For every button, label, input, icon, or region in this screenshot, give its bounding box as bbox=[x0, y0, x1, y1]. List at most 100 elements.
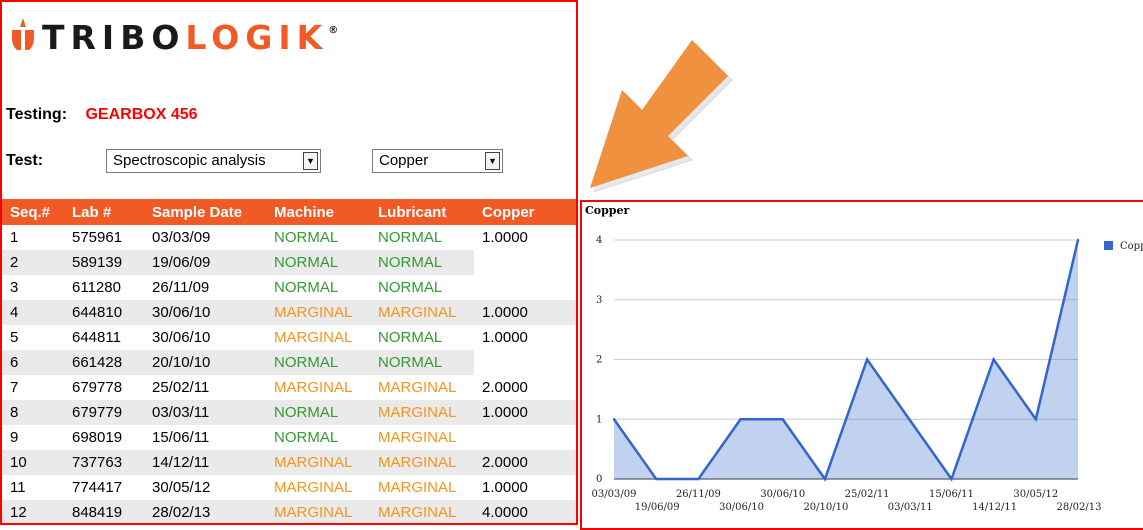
table-cell: MARGINAL bbox=[370, 450, 474, 475]
table-cell: MARGINAL bbox=[378, 479, 457, 496]
table-cell: 30/05/12 bbox=[152, 479, 211, 496]
table-cell: MARGINAL bbox=[266, 500, 370, 523]
table-cell: 15/06/11 bbox=[152, 429, 210, 446]
table-cell: 8 bbox=[2, 400, 64, 425]
table-cell: MARGINAL bbox=[370, 500, 474, 523]
table-cell: 3 bbox=[10, 279, 19, 296]
x-tick-label: 15/06/11 bbox=[929, 489, 974, 500]
logo-mark-icon bbox=[12, 18, 34, 50]
data-point bbox=[739, 418, 742, 421]
table-cell: 661428 bbox=[64, 350, 144, 375]
data-point bbox=[865, 358, 869, 361]
table-cell: 644810 bbox=[64, 300, 144, 325]
table-cell: 1.0000 bbox=[474, 400, 576, 425]
data-point bbox=[612, 418, 616, 421]
table-cell: 575961 bbox=[72, 229, 123, 246]
table-cell: 25/02/11 bbox=[152, 379, 210, 396]
table-cell: 1.0000 bbox=[482, 479, 528, 496]
table-cell: 12 bbox=[2, 500, 64, 523]
testing-row: Testing: GEARBOX 456 bbox=[6, 106, 198, 124]
table-cell: 644811 bbox=[72, 329, 121, 346]
y-tick-label: 3 bbox=[596, 295, 602, 306]
table-row[interactable]: 2 589139 19/06/09 NORMAL NORMAL bbox=[2, 250, 576, 275]
legend-swatch-icon bbox=[1104, 241, 1113, 250]
table-cell: NORMAL bbox=[378, 229, 443, 246]
table-cell: 848419 bbox=[64, 500, 144, 523]
chart-panel: Copper 0 1 2 3 4 03/03/09 19/06/09 26/11/09 30/0… bbox=[580, 200, 1143, 530]
table-cell: 30/06/10 bbox=[144, 300, 266, 325]
table-cell: 11 bbox=[10, 479, 26, 496]
test-label: Test: bbox=[6, 152, 44, 169]
table-row[interactable]: 7 679778 25/02/11 MARGINAL MARGINAL 2.0000 bbox=[2, 375, 576, 400]
element-select[interactable]: Copper ▼ bbox=[372, 149, 503, 173]
data-point bbox=[908, 418, 911, 421]
y-tick-label: 0 bbox=[596, 474, 602, 485]
table-row[interactable]: 5 644811 30/06/10 MARGINAL NORMAL 1.0000 bbox=[2, 325, 576, 350]
table-cell: 1 bbox=[10, 229, 19, 246]
table-cell: 30/06/10 bbox=[152, 329, 211, 346]
table-row[interactable]: 11 774417 30/05/12 MARGINAL MARGINAL 1.0000 bbox=[2, 475, 576, 500]
table-cell: NORMAL bbox=[378, 279, 443, 296]
table-cell: 774417 bbox=[72, 479, 123, 496]
x-tick-label: 03/03/09 bbox=[592, 489, 637, 500]
chevron-down-icon[interactable]: ▼ bbox=[303, 152, 318, 170]
y-tick-label: 4 bbox=[596, 235, 602, 246]
table-cell: 4 bbox=[2, 300, 64, 325]
table-cell: 20/10/10 bbox=[144, 350, 266, 375]
table-row[interactable]: 9 698019 15/06/11 NORMAL MARGINAL bbox=[2, 425, 576, 450]
data-point bbox=[1076, 238, 1080, 242]
column-header: Sample Date bbox=[144, 199, 266, 225]
table-row[interactable]: 4 644810 30/06/10 MARGINAL MARGINAL 1.0000 bbox=[2, 300, 576, 325]
table-cell: 4.0000 bbox=[474, 500, 576, 523]
table-cell: 03/03/11 bbox=[144, 400, 266, 425]
orange-arrow-icon bbox=[590, 40, 733, 193]
table-row[interactable]: 3 611280 26/11/09 NORMAL NORMAL bbox=[2, 275, 576, 300]
y-tick-label: 2 bbox=[596, 355, 602, 366]
x-tick-label: 25/02/11 bbox=[845, 489, 890, 500]
logo-wordmark: TRIBOLOGIK® bbox=[42, 17, 339, 57]
testing-label: Testing: bbox=[6, 106, 68, 123]
table-row[interactable]: 8 679779 03/03/11 NORMAL MARGINAL 1.0000 bbox=[2, 400, 576, 425]
table-cell: 611280 bbox=[72, 279, 121, 296]
table-cell: 28/02/13 bbox=[144, 500, 266, 523]
table-cell bbox=[474, 350, 576, 375]
table-row[interactable]: 12 848419 28/02/13 MARGINAL MARGINAL 4.0000 bbox=[2, 500, 576, 523]
table-cell bbox=[474, 250, 576, 275]
table-cell: NORMAL bbox=[266, 250, 370, 275]
data-point bbox=[781, 418, 784, 421]
x-tick-label: 14/12/11 bbox=[972, 502, 1017, 513]
data-point bbox=[1034, 418, 1038, 421]
table-row[interactable]: 1 575961 03/03/09 NORMAL NORMAL 1.0000 bbox=[2, 225, 576, 250]
table-cell: 589139 bbox=[64, 250, 144, 275]
table-cell: 03/03/09 bbox=[152, 229, 211, 246]
table-row[interactable]: 10 737763 14/12/11 MARGINAL MARGINAL 2.0000 bbox=[2, 450, 576, 475]
table-cell: 1.0000 bbox=[482, 229, 528, 246]
tribologik-logo: TRIBOLOGIK® bbox=[10, 16, 339, 57]
table-cell: NORMAL bbox=[266, 400, 370, 425]
table-row[interactable]: 6 661428 20/10/10 NORMAL NORMAL bbox=[2, 350, 576, 375]
data-point bbox=[697, 477, 700, 481]
table-cell bbox=[474, 275, 576, 300]
x-tick-label: 30/06/10 bbox=[719, 502, 764, 513]
analysis-type-select[interactable]: Spectroscopic analysis ▼ bbox=[106, 149, 321, 173]
x-tick-label: 19/06/09 bbox=[635, 502, 680, 513]
table-cell: MARGINAL bbox=[378, 379, 457, 396]
table-cell: NORMAL bbox=[274, 279, 339, 296]
table-cell: MARGINAL bbox=[274, 329, 353, 346]
table-cell: 679779 bbox=[64, 400, 144, 425]
table-cell: MARGINAL bbox=[370, 300, 474, 325]
chevron-down-icon[interactable]: ▼ bbox=[485, 152, 500, 170]
table-cell: 14/12/11 bbox=[144, 450, 266, 475]
table-cell: NORMAL bbox=[274, 429, 339, 446]
x-tick-label: 20/10/10 bbox=[803, 502, 848, 513]
table-cell: 2.0000 bbox=[474, 450, 576, 475]
table-cell: NORMAL bbox=[266, 350, 370, 375]
table-cell: NORMAL bbox=[370, 350, 474, 375]
y-tick-label: 1 bbox=[596, 414, 602, 425]
data-point bbox=[992, 358, 995, 361]
table-cell: 10 bbox=[2, 450, 64, 475]
table-cell: 5 bbox=[10, 329, 19, 346]
data-point bbox=[950, 477, 953, 481]
analysis-type-value: Spectroscopic analysis bbox=[113, 152, 266, 169]
data-point bbox=[823, 477, 827, 481]
